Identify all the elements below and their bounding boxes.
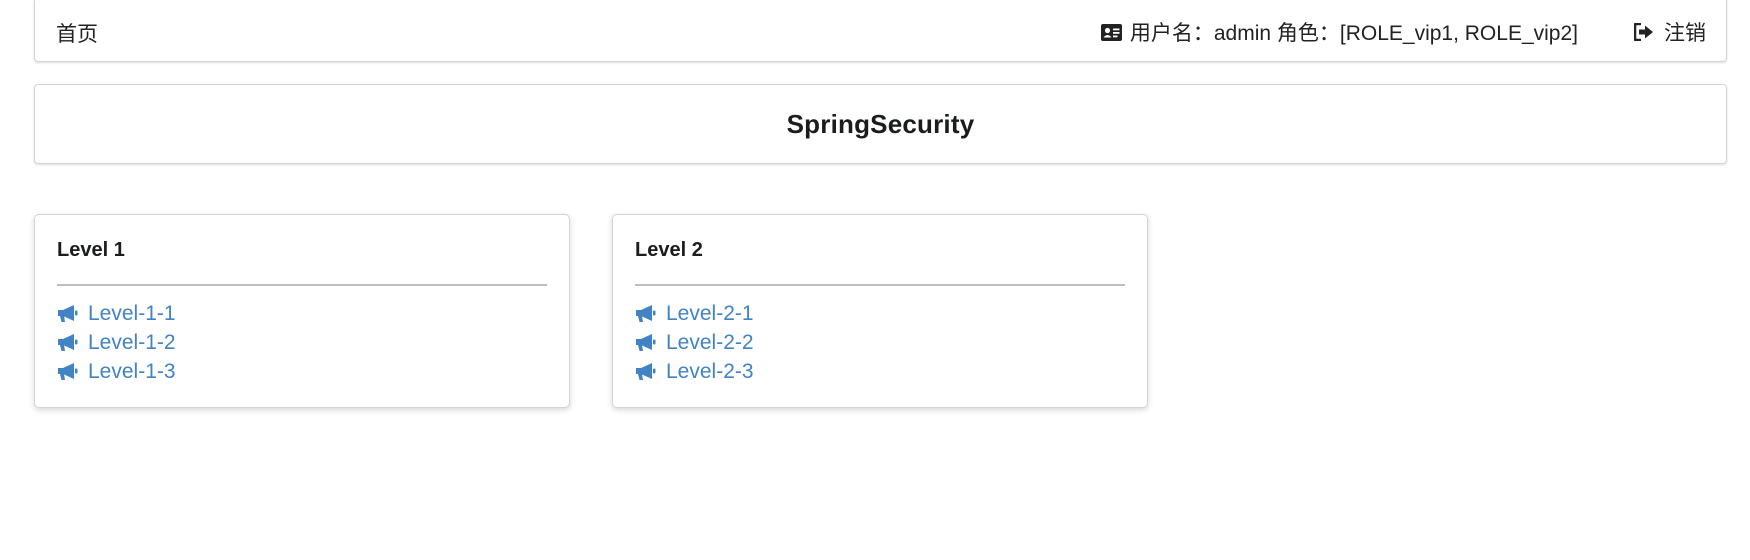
bullhorn-icon [635, 333, 656, 352]
home-link[interactable]: 首页 [56, 18, 98, 48]
level-1-3-link[interactable]: Level-1-3 [57, 360, 176, 384]
link-label: Level-1-3 [88, 359, 176, 383]
list-item: Level-2-3 [635, 357, 754, 386]
link-label: Level-2-2 [666, 330, 754, 354]
bullhorn-icon [57, 333, 78, 352]
link-list: Level-1-1 Level-1-2 Level-1-3 [57, 299, 176, 386]
top-menu: 首页 用户名：admin 角色：[ROLE_vip1, ROLE_vip2] 注… [34, 0, 1727, 62]
link-label: Level-1-2 [88, 330, 176, 354]
list-item: Level-1-2 [57, 328, 176, 357]
link-list: Level-2-1 Level-2-2 Level-2-3 [635, 299, 754, 386]
logout-label: 注销 [1664, 22, 1706, 45]
user-info: 用户名：admin 角色：[ROLE_vip1, ROLE_vip2] [1100, 17, 1578, 47]
level-1-card: Level 1 Level-1-1 Level-1-2 Level-1-3 [34, 214, 570, 408]
bullhorn-icon [57, 362, 78, 381]
level-2-1-link[interactable]: Level-2-1 [635, 302, 754, 326]
card-title: Level 1 [57, 239, 125, 261]
level-2-2-link[interactable]: Level-2-2 [635, 331, 754, 355]
link-label: Level-2-1 [666, 301, 754, 325]
level-1-1-link[interactable]: Level-1-1 [57, 302, 176, 326]
list-item: Level-1-1 [57, 299, 176, 328]
page-title: SpringSecurity [786, 108, 975, 139]
list-item: Level-2-1 [635, 299, 754, 328]
page-header: SpringSecurity [34, 84, 1727, 164]
bullhorn-icon [635, 304, 656, 323]
level-2-3-link[interactable]: Level-2-3 [635, 360, 754, 384]
link-label: Level-1-1 [88, 301, 176, 325]
user-role-text: 用户名：admin 角色：[ROLE_vip1, ROLE_vip2] [1129, 22, 1578, 45]
id-card-icon [1100, 23, 1122, 41]
bullhorn-icon [635, 362, 656, 381]
divider [57, 284, 547, 286]
sign-out-icon [1634, 23, 1654, 41]
logout-link[interactable]: 注销 [1634, 17, 1706, 47]
divider [635, 284, 1125, 286]
card-title: Level 2 [635, 239, 703, 261]
level-1-2-link[interactable]: Level-1-2 [57, 331, 176, 355]
link-label: Level-2-3 [666, 359, 754, 383]
list-item: Level-2-2 [635, 328, 754, 357]
list-item: Level-1-3 [57, 357, 176, 386]
bullhorn-icon [57, 304, 78, 323]
level-2-card: Level 2 Level-2-1 Level-2-2 Level-2-3 [612, 214, 1148, 408]
